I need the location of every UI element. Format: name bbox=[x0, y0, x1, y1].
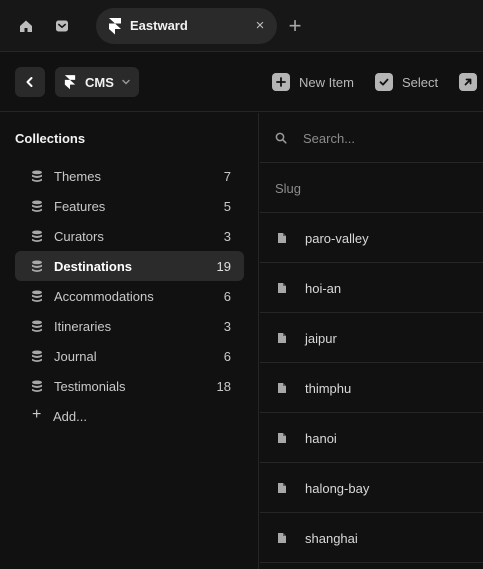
tab-eastward[interactable]: Eastward × bbox=[96, 8, 277, 44]
inbox-icon[interactable] bbox=[52, 16, 72, 36]
database-icon bbox=[32, 200, 42, 212]
items-table: paro-valley hoi-an jaipur thimphu hanoi halon… bbox=[260, 213, 483, 563]
new-item-label: New Item bbox=[299, 74, 354, 90]
database-icon bbox=[32, 350, 42, 362]
row-slug: shanghai bbox=[305, 531, 358, 546]
tab-bar: Eastward × + bbox=[0, 0, 483, 52]
sidebar-item-label: Accommodations bbox=[54, 289, 154, 304]
sidebar-item-count: 3 bbox=[223, 319, 231, 334]
row-slug: hanoi bbox=[305, 431, 337, 446]
collections-heading: Collections bbox=[15, 131, 86, 146]
sidebar-item-label: Destinations bbox=[54, 259, 133, 274]
search-icon bbox=[275, 132, 287, 144]
database-icon bbox=[32, 170, 42, 182]
items-panel: Search... Slug paro-valley hoi-an jaipur th… bbox=[260, 113, 483, 569]
search-input[interactable]: Search... bbox=[303, 131, 355, 146]
cms-label: CMS bbox=[85, 75, 114, 90]
sidebar-item-accommodations[interactable]: Accommodations 6 bbox=[15, 281, 244, 311]
sidebar-item-label: Testimonials bbox=[54, 379, 126, 394]
toolbar: CMS New Item Select bbox=[0, 52, 483, 112]
framer-logo-icon bbox=[109, 18, 121, 35]
sidebar-item-itineraries[interactable]: Itineraries 3 bbox=[15, 311, 244, 341]
sidebar-item-features[interactable]: Features 5 bbox=[15, 191, 244, 221]
table-row[interactable]: halong-bay bbox=[260, 463, 483, 513]
home-icon[interactable] bbox=[16, 16, 36, 36]
collections-sidebar: Collections Themes 7 Features 5 Curators 3 Des… bbox=[0, 113, 259, 569]
table-row[interactable]: hoi-an bbox=[260, 263, 483, 313]
document-icon bbox=[278, 333, 286, 343]
table-row[interactable]: hanoi bbox=[260, 413, 483, 463]
sidebar-item-count: 5 bbox=[223, 199, 231, 214]
row-slug: paro-valley bbox=[305, 231, 369, 246]
chevron-down-icon bbox=[122, 79, 130, 85]
close-tab-icon[interactable]: × bbox=[253, 18, 267, 34]
document-icon bbox=[278, 533, 286, 543]
sidebar-item-testimonials[interactable]: Testimonials 18 bbox=[15, 371, 244, 401]
add-collection-button[interactable]: + Add... bbox=[15, 401, 244, 431]
open-external-button[interactable] bbox=[459, 73, 483, 91]
sidebar-item-count: 6 bbox=[223, 349, 231, 364]
new-tab-button[interactable]: + bbox=[285, 15, 305, 37]
document-icon bbox=[278, 233, 286, 243]
sidebar-item-destinations[interactable]: Destinations 19 bbox=[15, 251, 244, 281]
row-slug: halong-bay bbox=[305, 481, 370, 496]
plus-icon bbox=[272, 73, 290, 91]
database-icon bbox=[32, 230, 42, 242]
sidebar-item-label: Features bbox=[54, 199, 106, 214]
back-chevron-icon bbox=[26, 77, 33, 87]
tab-title: Eastward bbox=[130, 18, 188, 33]
select-button[interactable]: Select bbox=[375, 73, 438, 91]
row-slug: jaipur bbox=[305, 331, 337, 346]
table-row[interactable]: thimphu bbox=[260, 363, 483, 413]
sidebar-item-label: Itineraries bbox=[54, 319, 112, 334]
database-icon bbox=[32, 290, 42, 302]
select-label: Select bbox=[402, 74, 439, 90]
sidebar-item-journal[interactable]: Journal 6 bbox=[15, 341, 244, 371]
document-icon bbox=[278, 283, 286, 293]
table-row[interactable]: jaipur bbox=[260, 313, 483, 363]
sidebar-item-label: Curators bbox=[54, 229, 104, 244]
new-item-button[interactable]: New Item bbox=[272, 73, 354, 91]
back-button[interactable] bbox=[15, 67, 45, 97]
document-icon bbox=[278, 383, 286, 393]
row-slug: thimphu bbox=[305, 381, 352, 396]
check-icon bbox=[375, 73, 393, 91]
sidebar-item-label: Themes bbox=[54, 169, 101, 184]
sidebar-item-label: Journal bbox=[54, 349, 97, 364]
search-bar[interactable]: Search... bbox=[260, 113, 483, 163]
sidebar-item-count: 7 bbox=[223, 169, 231, 184]
sidebar-item-count: 19 bbox=[216, 259, 231, 274]
database-icon bbox=[32, 260, 42, 272]
table-row[interactable]: shanghai bbox=[260, 513, 483, 563]
sidebar-item-count: 3 bbox=[223, 229, 231, 244]
sidebar-item-count: 6 bbox=[223, 289, 231, 304]
column-header-slug: Slug bbox=[275, 181, 302, 196]
table-row[interactable]: paro-valley bbox=[260, 213, 483, 263]
framer-logo-icon bbox=[64, 75, 76, 90]
document-icon bbox=[278, 483, 286, 493]
sidebar-item-themes[interactable]: Themes 7 bbox=[15, 161, 244, 191]
column-header[interactable]: Slug bbox=[260, 163, 483, 213]
document-icon bbox=[278, 433, 286, 443]
database-icon bbox=[32, 320, 42, 332]
collections-list: Themes 7 Features 5 Curators 3 Destinations 19 A… bbox=[15, 161, 244, 431]
database-icon bbox=[32, 380, 42, 392]
cms-dropdown[interactable]: CMS bbox=[55, 67, 139, 97]
add-collection-label: Add... bbox=[53, 409, 87, 424]
external-arrow-icon bbox=[459, 73, 477, 91]
row-slug: hoi-an bbox=[305, 281, 342, 296]
sidebar-item-count: 18 bbox=[216, 379, 231, 394]
sidebar-item-curators[interactable]: Curators 3 bbox=[15, 221, 244, 251]
plus-icon: + bbox=[32, 406, 42, 423]
